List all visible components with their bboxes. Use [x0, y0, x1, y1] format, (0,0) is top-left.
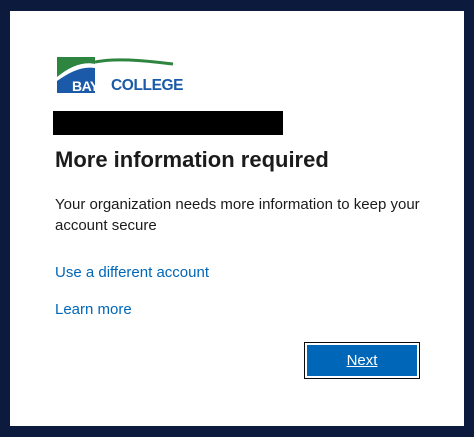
- logo-bay-text: BAY: [72, 78, 99, 94]
- next-button[interactable]: Next: [304, 342, 420, 379]
- page-title: More information required: [55, 147, 329, 172]
- logo-college-text: COLLEGE: [111, 77, 184, 94]
- redacted-account-email: [53, 111, 283, 135]
- sign-in-card: BAY COLLEGE More information required Yo…: [10, 11, 464, 426]
- use-different-account-link[interactable]: Use a different account: [55, 264, 209, 281]
- page-description: Your organization needs more information…: [55, 196, 420, 234]
- learn-more-link[interactable]: Learn more: [55, 301, 132, 318]
- bay-college-logo: BAY COLLEGE: [55, 55, 184, 95]
